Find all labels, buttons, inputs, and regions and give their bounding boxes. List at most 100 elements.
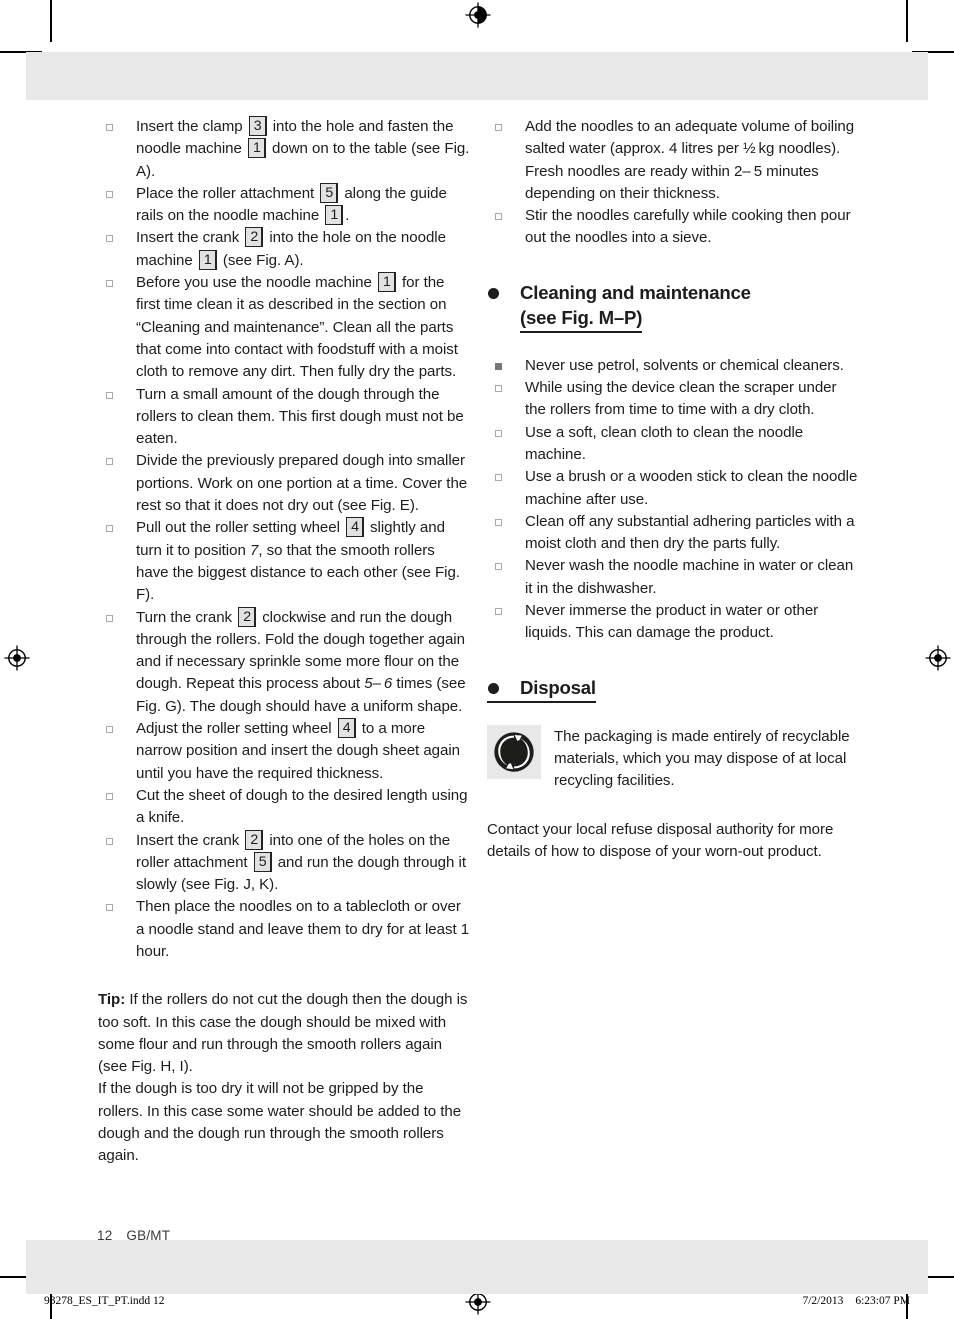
hollow-square-bullet-icon xyxy=(106,235,113,243)
emphasised-value: 7 xyxy=(249,541,259,559)
list-item-text: Adjust the roller setting wheel 4 to a m… xyxy=(136,718,461,782)
list-item-text: Never use petrol, solvents or chemical c… xyxy=(525,356,844,374)
list-item: Then place the noodles on to a tableclot… xyxy=(98,896,470,963)
hollow-square-bullet-icon xyxy=(106,726,113,734)
hollow-square-bullet-icon xyxy=(106,280,113,288)
list-item: Use a brush or a wooden stick to clean t… xyxy=(487,466,859,511)
registration-mark-left xyxy=(4,645,30,671)
hollow-square-bullet-icon xyxy=(106,792,113,800)
left-column: Insert the clamp 3 into the hole and fas… xyxy=(98,116,470,1168)
part-reference-box: 2 xyxy=(238,606,257,627)
cooking-steps-list: Add the noodles to an adequate volume of… xyxy=(487,116,859,250)
slug-date: 7/2/2013 xyxy=(802,1295,844,1307)
recycling-info-row: The packaging is made entirely of recy­c… xyxy=(487,724,859,793)
part-reference-box: 4 xyxy=(337,718,356,739)
list-item-text: Before you use the noodle machine 1 for … xyxy=(136,272,458,381)
page-number: 12 xyxy=(97,1228,113,1243)
green-dot-recycling-icon xyxy=(487,724,541,779)
tip-block: Tip: If the rollers do not cut the dough… xyxy=(98,989,470,1167)
list-item-text: Then place the noodles on to a tableclot… xyxy=(136,898,470,960)
page-locale: GB/MT xyxy=(126,1228,171,1243)
list-item-text: Use a brush or a wooden stick to clean t… xyxy=(525,468,858,508)
bullet-dot-icon xyxy=(488,287,499,299)
list-item-text: Insert the crank 2 into the hole on the … xyxy=(136,227,446,270)
list-item: Cut the sheet of dough to the desired le… xyxy=(98,785,470,830)
tip-paragraph-1: Tip: If the rollers do not cut the dough… xyxy=(98,989,470,1078)
hollow-square-bullet-icon xyxy=(106,391,113,399)
assembly-steps-list: Insert the clamp 3 into the hole and fas… xyxy=(98,116,470,963)
list-item: Divide the previously prepared dough int… xyxy=(98,450,470,517)
list-item-text: Clean off any substantial adhering parti… xyxy=(525,512,855,553)
list-item: Before you use the noodle machine 1 for … xyxy=(98,272,470,383)
part-reference-box: 3 xyxy=(248,116,267,136)
cleaning-section-heading: Cleaning and maintenance (see Fig. M–P) xyxy=(487,280,859,333)
print-slug-line: 93278_ES_IT_PT.indd 12 7/2/2013 6:23:07 P… xyxy=(44,1290,910,1312)
hollow-square-bullet-icon xyxy=(106,904,113,912)
list-item-text: Pull out the roller setting wheel 4 slig… xyxy=(136,517,460,604)
hollow-square-bullet-icon xyxy=(106,837,113,845)
list-item: Never wash the noodle machine in water o… xyxy=(487,555,859,600)
tip-label: Tip: xyxy=(98,991,126,1009)
list-item-text: Divide the previously prepared dough int… xyxy=(136,452,468,515)
list-item: Add the noodles to an adequate volume of… xyxy=(487,116,859,205)
tip-paragraph-2: If the dough is too dry it will not be g… xyxy=(98,1080,462,1165)
hollow-square-bullet-icon xyxy=(495,563,502,571)
list-item: Never use petrol, solvents or chemical c… xyxy=(487,355,859,377)
slug-timestamp: 7/2/2013 6:23:07 PM xyxy=(790,1295,910,1307)
footer-band xyxy=(26,1240,928,1294)
slug-filename: 93278_ES_IT_PT.indd 12 xyxy=(44,1295,165,1307)
crop-mark-top-left-vertical xyxy=(50,0,52,42)
disposal-heading-inner: Disposal xyxy=(487,675,596,703)
list-item-text: Cut the sheet of dough to the desired le… xyxy=(136,786,468,827)
part-reference-box: 1 xyxy=(377,272,396,293)
registration-mark-top xyxy=(465,2,491,28)
list-item-text: Never wash the noodle machine in water o… xyxy=(525,557,854,597)
list-item: Adjust the roller setting wheel 4 to a m… xyxy=(98,718,470,785)
list-item: Never immerse the product in water or ot… xyxy=(487,600,859,645)
list-item-text: Insert the clamp 3 into the hole and fas… xyxy=(136,116,470,180)
page-footer: 12 GB/MT xyxy=(97,1228,170,1243)
list-item-text: Turn the crank 2 clockwise and run the d… xyxy=(136,606,466,715)
cleaning-heading-line-2: (see Fig. M–P) xyxy=(520,305,642,333)
recycling-text: The packaging is made entirely of recy­c… xyxy=(554,727,850,790)
part-reference-box: 5 xyxy=(320,182,339,203)
disposal-section-heading: Disposal xyxy=(487,675,859,703)
list-item-text: While using the device clean the scraper… xyxy=(525,379,837,419)
list-item: Turn a small amount of the dough through… xyxy=(98,384,470,451)
part-reference-box: 1 xyxy=(325,205,344,226)
hollow-square-bullet-icon xyxy=(495,474,502,482)
list-item: Place the roller attachment 5 along the … xyxy=(98,182,470,228)
list-item: Clean off any substantial adhering parti… xyxy=(487,511,859,556)
list-item-text: Turn a small amount of the dough through… xyxy=(136,385,464,448)
hollow-square-bullet-icon xyxy=(495,385,502,393)
list-item-text: Insert the crank 2 into one of the holes… xyxy=(136,829,466,894)
emphasised-value: 5– 6 xyxy=(364,675,393,693)
slug-time: 6:23:07 PM xyxy=(855,1295,910,1307)
hollow-square-bullet-icon xyxy=(106,525,113,533)
list-item-text: Never immerse the product in water or ot… xyxy=(525,602,819,642)
bullet-dot-icon xyxy=(488,682,499,694)
part-reference-box: 2 xyxy=(245,829,264,850)
crop-mark-top-right-vertical xyxy=(906,0,908,42)
part-reference-box: 2 xyxy=(245,227,264,248)
filled-square-bullet-icon xyxy=(495,362,502,370)
list-item: Turn the crank 2 clockwise and run the d… xyxy=(98,606,470,718)
part-reference-box: 1 xyxy=(198,249,217,270)
disposal-paragraph: Contact your local refuse disposal autho… xyxy=(487,820,834,860)
hollow-square-bullet-icon xyxy=(106,614,113,622)
header-band xyxy=(26,52,928,100)
list-item: Use a soft, clean cloth to clean the noo… xyxy=(487,422,859,467)
part-reference-box: 5 xyxy=(253,851,272,872)
cleaning-heading-line-1: Cleaning and maintenance xyxy=(520,281,751,303)
hollow-square-bullet-icon xyxy=(495,124,502,131)
hollow-square-bullet-icon xyxy=(106,458,113,466)
list-item-text: Add the noodles to an adequate volume of… xyxy=(525,118,855,202)
part-reference-box: 4 xyxy=(346,517,364,538)
part-reference-box: 1 xyxy=(248,138,266,159)
list-item-text: Use a soft, clean cloth to clean the noo… xyxy=(525,423,804,463)
hollow-square-bullet-icon xyxy=(495,429,502,437)
hollow-square-bullet-icon xyxy=(106,124,113,131)
tip-text-1: If the rollers do not cut the dough then… xyxy=(98,991,468,1076)
right-column: Add the noodles to an adequate volume of… xyxy=(487,116,859,863)
hollow-square-bullet-icon xyxy=(495,608,502,616)
